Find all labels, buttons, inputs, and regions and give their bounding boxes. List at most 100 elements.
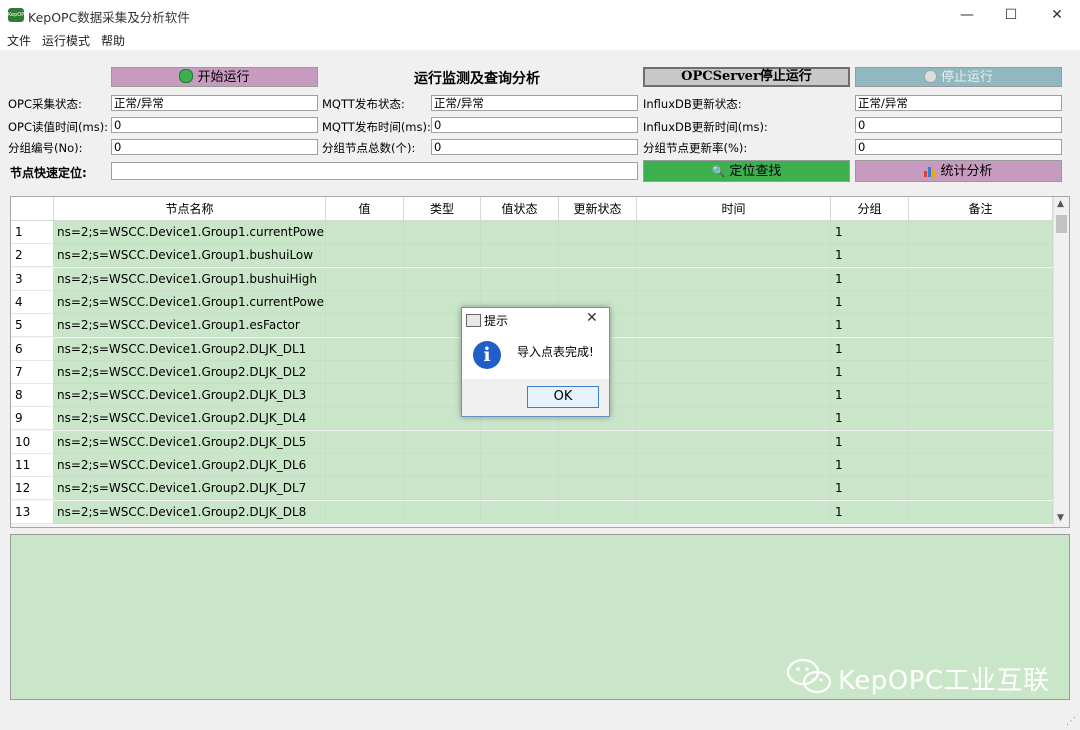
table-cell[interactable] (637, 384, 831, 408)
cell-group[interactable]: 1 (831, 500, 909, 524)
table-cell[interactable] (559, 454, 637, 477)
table-cell[interactable] (326, 337, 404, 361)
table-cell[interactable] (637, 337, 831, 361)
column-header-group[interactable]: 分组 (831, 197, 909, 221)
table-cell[interactable] (637, 267, 831, 291)
cell-node-name[interactable]: ns=2;s=WSCC.Device1.Group2.DLJK_DL8 (54, 500, 326, 524)
cell-node-name[interactable]: ns=2;s=WSCC.Device1.Group1.currentPower.… (54, 221, 326, 244)
table-row[interactable]: 13 ns=2;s=WSCC.Device1.Group2.DLJK_DL8 1 (11, 500, 1053, 524)
cell-node-name[interactable]: ns=2;s=WSCC.Device1.Group2.DLJK_DL7 (54, 477, 326, 501)
quick-locate-input[interactable] (111, 162, 638, 180)
cell-node-name[interactable]: ns=2;s=WSCC.Device1.Group2.DLJK_DL2 (54, 360, 326, 384)
table-row[interactable]: 12 ns=2;s=WSCC.Device1.Group2.DLJK_DL7 1 (11, 477, 1053, 501)
cell-node-name[interactable]: ns=2;s=WSCC.Device1.Group1.esFactor (54, 314, 326, 338)
column-header-time[interactable]: 时间 (637, 197, 831, 221)
table-cell[interactable] (326, 430, 404, 454)
table-cell[interactable] (637, 314, 831, 338)
table-cell[interactable] (909, 384, 1053, 408)
cell-group[interactable]: 1 (831, 337, 909, 361)
cell-group[interactable]: 1 (831, 477, 909, 501)
start-run-button[interactable]: 开始运行 (111, 67, 318, 87)
table-cell[interactable] (326, 290, 404, 314)
table-cell[interactable] (326, 477, 404, 501)
table-cell[interactable] (326, 500, 404, 524)
table-cell[interactable] (481, 500, 559, 524)
scroll-up-icon[interactable]: ▲ (1057, 199, 1064, 209)
cell-group[interactable]: 1 (831, 267, 909, 291)
table-cell[interactable] (637, 430, 831, 454)
close-button[interactable]: ✕ (1034, 0, 1080, 30)
column-header-value-status[interactable]: 值状态 (481, 197, 559, 221)
table-cell[interactable] (559, 267, 637, 291)
cell-group[interactable]: 1 (831, 244, 909, 268)
menu-run-mode[interactable]: 运行模式 (42, 32, 90, 49)
table-cell[interactable] (909, 244, 1053, 268)
scroll-thumb[interactable] (1056, 215, 1067, 233)
cell-group[interactable]: 1 (831, 384, 909, 408)
table-cell[interactable] (909, 477, 1053, 501)
table-cell[interactable] (637, 290, 831, 314)
cell-node-name[interactable]: ns=2;s=WSCC.Device1.Group2.DLJK_DL4 (54, 407, 326, 431)
table-cell[interactable] (404, 267, 481, 291)
cell-group[interactable]: 1 (831, 430, 909, 454)
table-cell[interactable] (404, 454, 481, 477)
table-row[interactable]: 11 ns=2;s=WSCC.Device1.Group2.DLJK_DL6 1 (11, 454, 1053, 477)
table-cell[interactable] (481, 430, 559, 454)
table-cell[interactable] (559, 221, 637, 244)
cell-node-name[interactable]: ns=2;s=WSCC.Device1.Group1.bushuiLow (54, 244, 326, 268)
table-cell[interactable] (637, 244, 831, 268)
table-cell[interactable] (909, 360, 1053, 384)
table-cell[interactable] (481, 267, 559, 291)
table-cell[interactable] (637, 477, 831, 501)
resize-grip-icon[interactable]: ⋰ (1066, 716, 1076, 727)
column-header-node-name[interactable]: 节点名称 (54, 197, 326, 221)
table-cell[interactable] (326, 267, 404, 291)
table-cell[interactable] (909, 337, 1053, 361)
maximize-button[interactable]: ☐ (988, 0, 1034, 30)
table-cell[interactable] (909, 454, 1053, 477)
table-cell[interactable] (326, 360, 404, 384)
table-cell[interactable] (481, 477, 559, 501)
cell-group[interactable]: 1 (831, 454, 909, 477)
column-header-value[interactable]: 值 (326, 197, 404, 221)
table-cell[interactable] (481, 454, 559, 477)
cell-node-name[interactable]: ns=2;s=WSCC.Device1.Group2.DLJK_DL3 (54, 384, 326, 408)
table-cell[interactable] (559, 477, 637, 501)
column-header-type[interactable]: 类型 (404, 197, 481, 221)
table-cell[interactable] (404, 244, 481, 268)
opcserver-stop-button[interactable]: OPCServer停止运行 (643, 67, 850, 87)
cell-group[interactable]: 1 (831, 360, 909, 384)
menu-file[interactable]: 文件 (7, 32, 31, 49)
table-cell[interactable] (909, 314, 1053, 338)
table-cell[interactable] (326, 454, 404, 477)
info-dialog[interactable]: 提示 ✕ i 导入点表完成! OK (461, 307, 610, 417)
table-cell[interactable] (637, 454, 831, 477)
column-header-update-status[interactable]: 更新状态 (559, 197, 637, 221)
cell-node-name[interactable]: ns=2;s=WSCC.Device1.Group1.bushuiHigh (54, 267, 326, 291)
table-cell[interactable] (404, 430, 481, 454)
table-cell[interactable] (909, 500, 1053, 524)
table-cell[interactable] (909, 267, 1053, 291)
scroll-down-icon[interactable]: ▼ (1057, 513, 1064, 523)
table-cell[interactable] (326, 384, 404, 408)
ok-button[interactable]: OK (527, 386, 599, 408)
table-cell[interactable] (909, 290, 1053, 314)
table-cell[interactable] (404, 500, 481, 524)
table-cell[interactable] (559, 244, 637, 268)
table-cell[interactable] (909, 407, 1053, 431)
table-cell[interactable] (326, 221, 404, 244)
dialog-close-icon[interactable]: ✕ (586, 310, 598, 326)
table-cell[interactable] (637, 407, 831, 431)
cell-node-name[interactable]: ns=2;s=WSCC.Device1.Group2.DLJK_DL5 (54, 430, 326, 454)
locate-search-button[interactable]: 🔍 定位查找 (643, 160, 850, 182)
table-cell[interactable] (909, 221, 1053, 244)
table-cell[interactable] (326, 407, 404, 431)
cell-group[interactable]: 1 (831, 221, 909, 244)
table-cell[interactable] (637, 221, 831, 244)
cell-node-name[interactable]: ns=2;s=WSCC.Device1.Group2.DLJK_DL6 (54, 454, 326, 477)
table-cell[interactable] (559, 500, 637, 524)
cell-group[interactable]: 1 (831, 290, 909, 314)
table-row[interactable]: 10 ns=2;s=WSCC.Device1.Group2.DLJK_DL5 1 (11, 430, 1053, 454)
table-cell[interactable] (481, 244, 559, 268)
statistics-button[interactable]: 统计分析 (855, 160, 1062, 182)
